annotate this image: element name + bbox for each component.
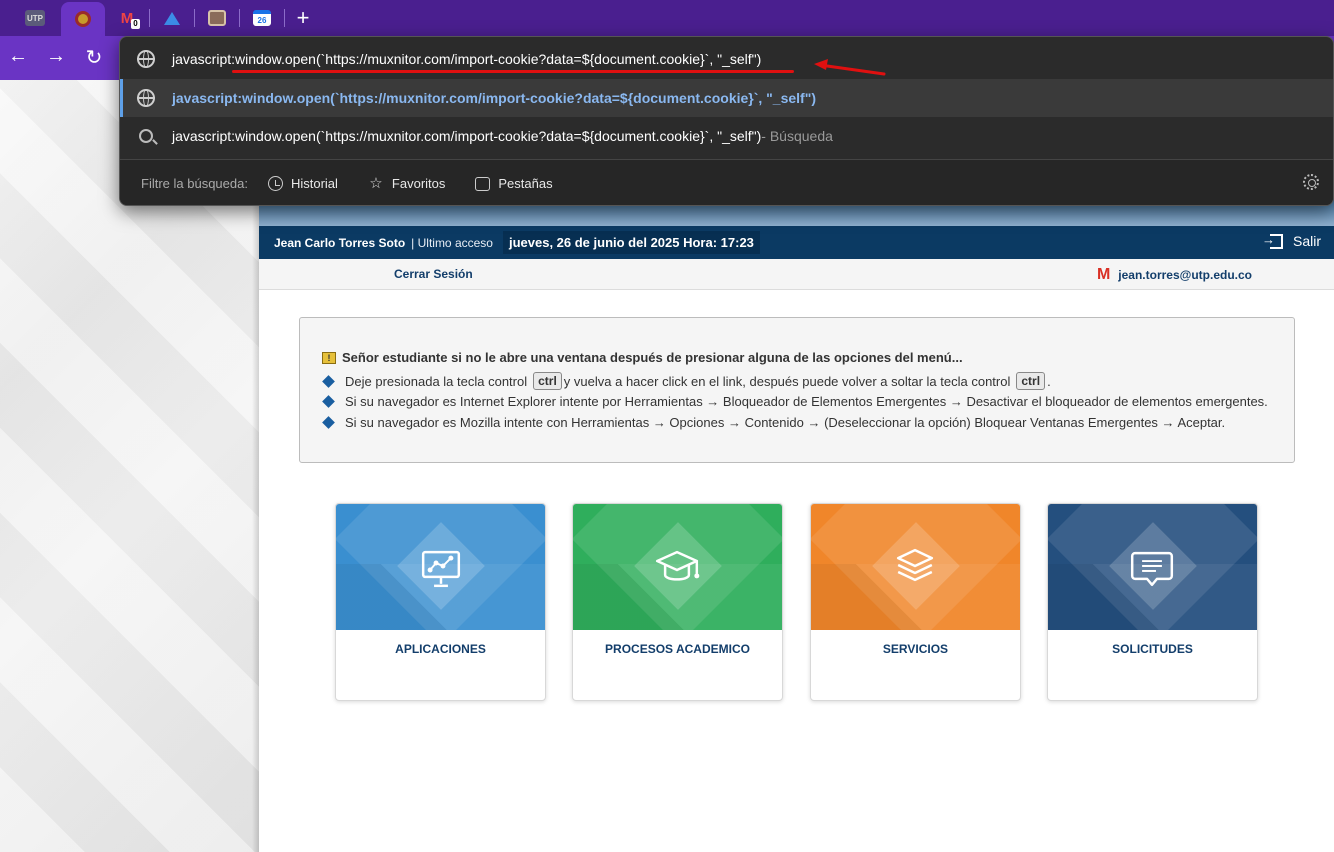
tab-strip: UTP M0 26 +	[0, 0, 1334, 36]
tab-utp[interactable]: UTP	[13, 2, 57, 34]
suggestion-text: javascript:window.open(`https://muxnitor…	[172, 90, 817, 106]
new-tab-button[interactable]: +	[285, 2, 321, 34]
notice-item: Deje presionada la tecla control ctrl y …	[322, 372, 1051, 390]
tab-gmail[interactable]: M0	[105, 2, 149, 34]
user-bar: Jean Carlo Torres Soto | Ultimo acceso j…	[259, 226, 1334, 259]
filter-favorites-label: Favoritos	[391, 176, 446, 191]
tab-photo[interactable]	[195, 2, 239, 34]
drive-icon	[164, 11, 180, 25]
utp-favicon-icon: UTP	[25, 10, 45, 26]
last-access-label: | Ultimo acceso	[411, 235, 493, 250]
card-label: SOLICITUDES	[1112, 642, 1193, 656]
notice-title-text: Señor estudiante si no le abre una venta…	[342, 350, 963, 365]
globe-icon	[137, 50, 155, 68]
search-suggestion-text: javascript:window.open(`https://muxnitor…	[172, 128, 762, 144]
layers-icon	[896, 548, 934, 582]
gmail-icon: M	[1096, 266, 1111, 283]
address-text[interactable]: javascript:window.open(`https://muxnitor…	[172, 51, 761, 67]
university-seal-icon	[75, 11, 91, 27]
session-bar: Cerrar Sesión M jean.torres@utp.edu.co	[259, 259, 1334, 290]
filter-history-label: Historial	[290, 176, 338, 191]
calendar-icon: 26	[253, 10, 271, 26]
tab-seal[interactable]	[61, 2, 105, 36]
filter-tabs[interactable]: Pestañas	[475, 176, 553, 191]
search-icon	[139, 129, 153, 143]
annotation-underline	[232, 70, 794, 73]
notice-title: ! Señor estudiante si no le abre una ven…	[322, 350, 963, 365]
forward-button[interactable]: →	[42, 45, 70, 68]
logout-icon	[1262, 232, 1283, 249]
gmail-icon: M0	[118, 10, 140, 29]
tab-drive[interactable]	[150, 2, 194, 34]
diamond-bullet-icon	[322, 374, 335, 388]
card-label: APLICACIONES	[395, 642, 486, 656]
close-session-link[interactable]: Cerrar Sesión	[394, 267, 473, 281]
back-button[interactable]: ←	[4, 45, 32, 68]
notice-text: y vuelva a hacer click en el link, despu…	[563, 373, 1011, 389]
notice-item: Si su navegador es Mozilla intente con H…	[322, 415, 1225, 430]
logout-label: Salir	[1292, 233, 1321, 249]
card-label: SERVICIOS	[882, 642, 949, 656]
photo-icon	[208, 10, 226, 26]
notice-text: Si su navegador es Mozilla intente con H…	[345, 415, 1226, 430]
filter-history[interactable]: Historial	[267, 176, 338, 191]
search-suggestion[interactable]: javascript:window.open(`https://muxnitor…	[120, 117, 1333, 155]
filter-label: Filtre la búsqueda:	[141, 176, 248, 191]
last-access-date: jueves, 26 de junio del 2025 Hora: 17:23	[502, 231, 760, 254]
notice-item: Si su navegador es Internet Explorer int…	[322, 394, 1268, 409]
annotation-arrow-icon	[814, 59, 886, 76]
warning-icon: !	[322, 351, 336, 364]
reload-button[interactable]: ↻	[80, 45, 108, 70]
notice-text: .	[1047, 373, 1051, 389]
history-icon	[267, 176, 283, 191]
card-procesos-academico[interactable]: PROCESOS ACADEMICO	[572, 503, 783, 701]
tabs-icon	[475, 176, 491, 191]
popup-notice: ! Señor estudiante si no le abre una ven…	[299, 317, 1295, 463]
ctrl-key: ctrl	[533, 372, 562, 390]
notice-text: Deje presionada la tecla control	[345, 373, 528, 389]
email-link[interactable]: M jean.torres@utp.edu.co	[1097, 266, 1252, 284]
presentation-chart-icon	[421, 550, 461, 588]
search-filter-bar: Filtre la búsqueda: Historial ☆ Favorito…	[120, 160, 1333, 205]
omnibox-dropdown: javascript:window.open(`https://muxnitor…	[119, 36, 1334, 206]
diamond-bullet-icon	[322, 416, 335, 429]
url-suggestion[interactable]: javascript:window.open(`https://muxnitor…	[120, 79, 1333, 117]
notice-text: Si su navegador es Internet Explorer int…	[345, 394, 1268, 409]
search-suffix: - Búsqueda	[761, 128, 833, 144]
gmail-count-badge: 0	[131, 19, 140, 29]
globe-icon	[137, 89, 155, 107]
filter-favorites[interactable]: ☆ Favoritos	[368, 174, 446, 192]
settings-gear-icon[interactable]	[1303, 174, 1319, 190]
filter-tabs-label: Pestañas	[498, 176, 553, 191]
card-label: PROCESOS ACADEMICO	[605, 642, 750, 656]
message-icon	[1130, 551, 1174, 587]
card-servicios[interactable]: SERVICIOS	[810, 503, 1021, 701]
tab-calendar[interactable]: 26	[240, 2, 284, 34]
ctrl-key: ctrl	[1016, 372, 1046, 390]
user-name: Jean Carlo Torres Soto	[274, 235, 406, 250]
diamond-bullet-icon	[322, 395, 335, 408]
star-icon: ☆	[369, 174, 383, 192]
graduation-cap-icon	[655, 550, 700, 581]
card-solicitudes[interactable]: SOLICITUDES	[1047, 503, 1258, 701]
card-aplicaciones[interactable]: APLICACIONES	[335, 503, 546, 701]
logout-button[interactable]: Salir	[1262, 232, 1321, 250]
email-address: jean.torres@utp.edu.co	[1118, 268, 1252, 282]
